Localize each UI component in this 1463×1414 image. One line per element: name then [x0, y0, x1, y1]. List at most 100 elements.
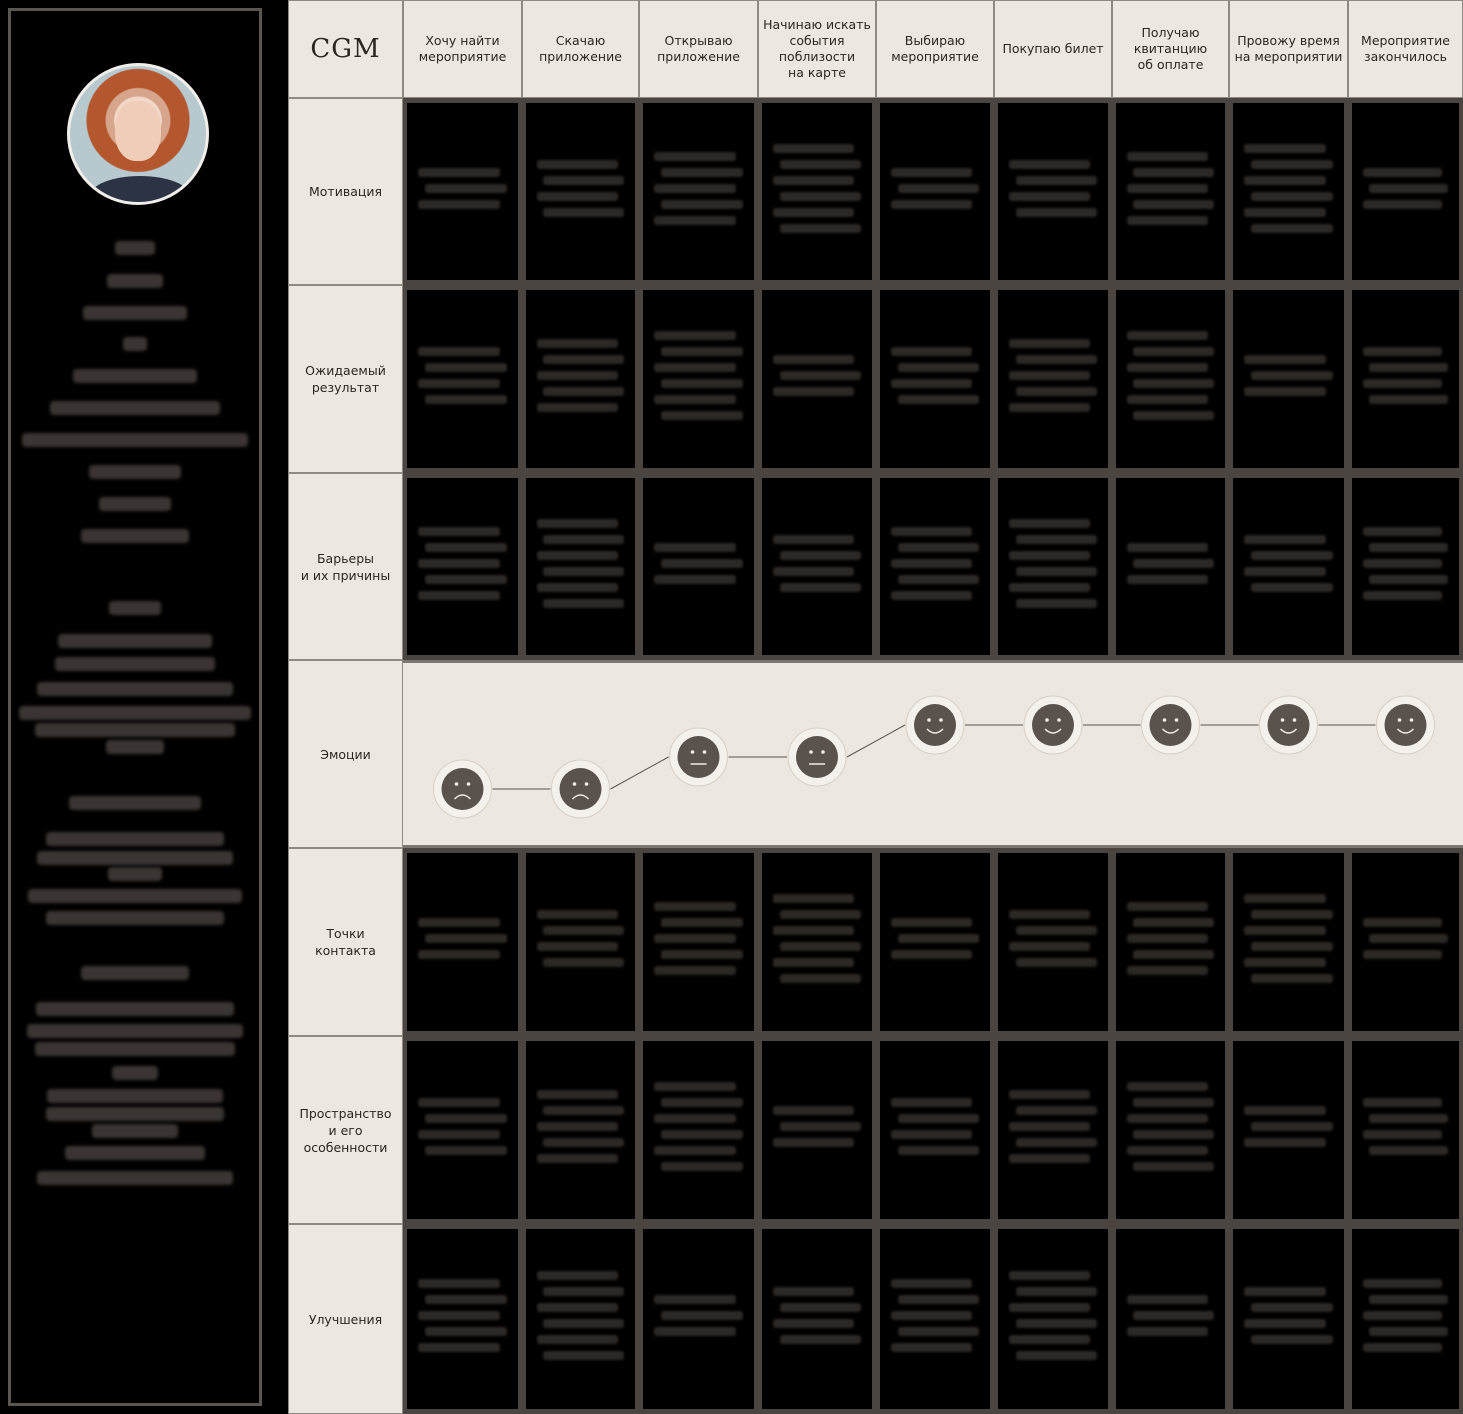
persona-text-line	[35, 1042, 235, 1056]
happy-face-icon	[1376, 695, 1435, 755]
persona-text-line	[58, 634, 212, 648]
journey-cell	[880, 1041, 990, 1219]
journey-cell	[526, 1041, 635, 1219]
persona-text-line	[81, 966, 189, 980]
journey-cell	[643, 1041, 754, 1219]
journey-cell	[1352, 290, 1459, 468]
journey-cell	[526, 478, 635, 655]
journey-cell	[1116, 853, 1225, 1031]
journey-cell	[643, 290, 754, 468]
journey-cell	[998, 290, 1108, 468]
persona-avatar	[67, 63, 209, 205]
persona-text-line	[99, 497, 171, 511]
persona-text-line	[65, 1146, 205, 1160]
persona-text-line	[37, 851, 233, 865]
persona-text-line	[81, 529, 189, 543]
journey-cell	[643, 1229, 754, 1409]
journey-cell	[1116, 290, 1225, 468]
journey-cell	[1116, 1041, 1225, 1219]
persona-text-line	[107, 274, 163, 288]
stage-header-7: Получаю квитанцию об оплате	[1112, 0, 1229, 98]
journey-cell	[998, 103, 1108, 280]
persona-text-line	[50, 401, 220, 415]
row-label-1: Мотивация	[288, 98, 403, 285]
journey-cell	[762, 853, 872, 1031]
stage-header-4: Начинаю искать события поблизости на кар…	[758, 0, 876, 98]
logo-cell: CGM	[288, 0, 403, 98]
journey-cell	[407, 1229, 518, 1409]
row-label-6: Пространство и его особенности	[288, 1036, 403, 1224]
journey-cell	[998, 1041, 1108, 1219]
persona-text-line	[19, 706, 251, 720]
journey-cell	[998, 478, 1108, 655]
journey-cell	[526, 290, 635, 468]
stage-header-9: Мероприятие закончилось	[1348, 0, 1463, 98]
persona-text-line	[46, 911, 224, 925]
row-label-7: Улучшения	[288, 1224, 403, 1414]
stage-header-3: Открываю приложение	[639, 0, 758, 98]
journey-cell	[526, 1229, 635, 1409]
stage-header-5: Выбираю мероприятие	[876, 0, 994, 98]
journey-cell	[998, 1229, 1108, 1409]
persona-text-line	[27, 1024, 243, 1038]
persona-text-line	[123, 337, 147, 351]
journey-cell	[762, 1041, 872, 1219]
row-label-3: Барьеры и их причины	[288, 473, 403, 660]
persona-text-line	[35, 723, 235, 737]
persona-text-line	[37, 682, 233, 696]
journey-cell	[1352, 1229, 1459, 1409]
stage-header-2: Скачаю приложение	[522, 0, 639, 98]
journey-cell	[1233, 1229, 1344, 1409]
journey-cell	[1352, 1041, 1459, 1219]
stage-header-6: Покупаю билет	[994, 0, 1112, 98]
emotion-connector	[610, 756, 669, 790]
persona-text-line	[115, 241, 155, 255]
happy-face-icon	[1259, 695, 1318, 755]
journey-map-grid: CGM Хочу найти мероприятие Скачаю приложе…	[288, 0, 1463, 1414]
persona-text-line	[106, 740, 164, 754]
stage-header-8: Провожу время на мероприятии	[1229, 0, 1348, 98]
journey-cell	[880, 853, 990, 1031]
persona-text-line	[109, 601, 161, 615]
persona-panel	[8, 8, 262, 1406]
journey-cell	[1233, 853, 1344, 1031]
persona-text-line	[112, 1066, 158, 1080]
row-label-4: Эмоции	[288, 660, 403, 848]
journey-cell	[762, 478, 872, 655]
journey-cell	[1352, 853, 1459, 1031]
journey-cell	[880, 290, 990, 468]
persona-text-line	[36, 1002, 234, 1016]
row-label-2: Ожидаемый результат	[288, 285, 403, 473]
journey-cell	[762, 290, 872, 468]
persona-text-line	[47, 1089, 223, 1103]
journey-cell	[1116, 478, 1225, 655]
happy-face-icon	[1141, 695, 1200, 755]
journey-cell	[762, 1229, 872, 1409]
persona-text-line	[108, 867, 162, 881]
journey-cell	[643, 103, 754, 280]
journey-cell	[1116, 1229, 1225, 1409]
journey-cell	[1352, 478, 1459, 655]
journey-cell	[1352, 103, 1459, 280]
persona-text-line	[22, 433, 248, 447]
persona-text-line	[46, 1107, 224, 1121]
journey-cell	[526, 853, 635, 1031]
persona-text-line	[92, 1124, 178, 1138]
stage-header-1: Хочу найти мероприятие	[403, 0, 522, 98]
sad-face-icon	[433, 759, 492, 819]
emotion-connector	[846, 724, 906, 758]
journey-cell	[880, 1229, 990, 1409]
persona-text-line	[83, 306, 187, 320]
persona-text-line	[46, 832, 224, 846]
persona-text-line	[37, 1171, 233, 1185]
journey-cell	[1233, 478, 1344, 655]
journey-cell	[1116, 103, 1225, 280]
journey-cell	[407, 1041, 518, 1219]
journey-cell	[526, 103, 635, 280]
journey-cell	[1233, 103, 1344, 280]
persona-text-line	[55, 657, 215, 671]
journey-cell	[643, 853, 754, 1031]
journey-cell	[880, 478, 990, 655]
journey-cell	[407, 103, 518, 280]
journey-cell	[762, 103, 872, 280]
